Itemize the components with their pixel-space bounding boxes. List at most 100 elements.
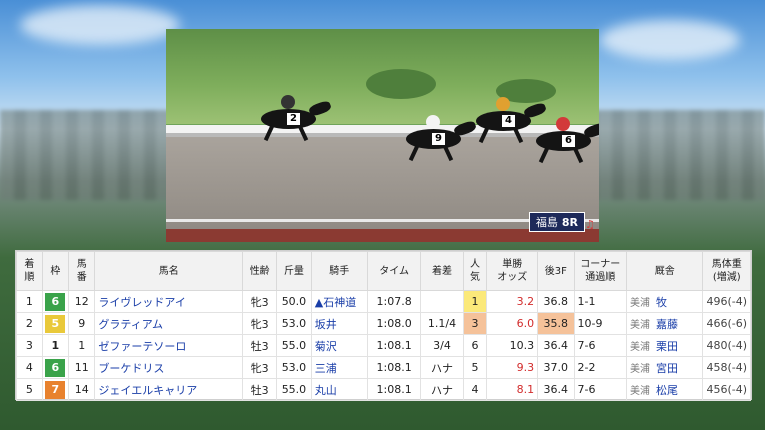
rank-cell: 3 (16, 334, 43, 357)
col-horse-name: 馬名 (94, 251, 244, 291)
win-odds-cell: 6.0 (486, 312, 539, 335)
jockey-cell[interactable]: 坂井 (310, 312, 368, 335)
last-3f-cell: 36.8 (537, 290, 575, 313)
saddle-cloth-number: 9 (432, 133, 445, 145)
col-last-3f: 後3F (537, 251, 575, 291)
rank-cell: 1 (16, 290, 43, 313)
margin-cell: ハナ (420, 356, 464, 379)
trainer-link[interactable]: 宮田 (656, 362, 678, 375)
jockey-cell[interactable]: 三浦 (310, 356, 368, 379)
corner-cell: 7-6 (573, 378, 627, 401)
horse-number-cell: 1 (68, 334, 96, 357)
horse-number-cell: 9 (68, 312, 96, 335)
stable-cell[interactable]: 美浦 栗田 (625, 334, 704, 357)
table-row: 2 5 9 グラティアム 牝3 53.0 坂井 1:08.0 1.1/4 3 6.0 35.8 10-9… (16, 312, 751, 335)
time-cell: 1:08.1 (366, 334, 422, 357)
horse-name-cell[interactable]: ブーケドリス (94, 356, 244, 379)
stable-cell[interactable]: 美浦牧 (625, 290, 704, 313)
race-video[interactable]: 2 9 4 6 福島 8R ♫ (166, 29, 599, 242)
frame-cell: 7 (41, 378, 70, 401)
horse-name-cell[interactable]: ライヴレッドアイ (94, 290, 244, 313)
race-info-label: 福島 8R (528, 212, 585, 232)
sex-age-cell: 牡3 (242, 378, 278, 401)
frame-badge: 6 (45, 292, 66, 311)
win-odds-cell: 3.2 (486, 290, 539, 313)
col-margin: 着差 (420, 251, 464, 291)
stable-cell[interactable]: 美浦 嘉藤 (625, 312, 704, 335)
weight-cell: 53.0 (276, 312, 312, 335)
race-number: 8R (561, 216, 578, 229)
jockey-link[interactable]: 菊沢 (315, 340, 337, 353)
background-cloud (600, 20, 740, 60)
frame-badge: 6 (45, 358, 66, 377)
trainer-link[interactable]: 牧 (656, 296, 667, 309)
horse-name-cell[interactable]: グラティアム (94, 312, 244, 335)
frame-cell: 1 (41, 334, 70, 357)
time-cell: 1:07.8 (366, 290, 422, 313)
saddle-cloth-number: 6 (562, 135, 575, 147)
jockey-link[interactable]: 丸山 (315, 384, 337, 397)
last-3f-cell: 35.8 (537, 312, 575, 335)
stable-region: 美浦 (629, 363, 650, 375)
horse-name-cell[interactable]: ゼファーテソーロ (94, 334, 244, 357)
body-weight-cell: 480(-4) (702, 334, 751, 357)
sex-age-cell: 牝3 (242, 312, 278, 335)
last-3f-cell: 36.4 (537, 334, 575, 357)
jockey-cell[interactable]: 丸山 (310, 378, 368, 401)
horse-name-link[interactable]: ジェイエルキャリア (98, 384, 197, 397)
horse-number-cell: 14 (68, 378, 96, 401)
col-weight: 斤量 (276, 251, 312, 291)
horse-name-link[interactable]: ゼファーテソーロ (98, 340, 186, 353)
time-cell: 1:08.0 (366, 312, 422, 335)
jockey-link[interactable]: 三浦 (315, 362, 337, 375)
table-header-row: 着順 枠 馬番 馬名 性齢 斤量 騎手 タイム 着差 人気 単勝 オッズ 後3F … (16, 251, 751, 291)
racehorse: 2 (251, 95, 333, 142)
horse-name-link[interactable]: ブーケドリス (98, 362, 164, 375)
margin-cell (420, 290, 464, 313)
corner-cell: 1-1 (573, 290, 627, 313)
weight-cell: 50.0 (276, 290, 312, 313)
horse-number-cell: 12 (68, 290, 96, 313)
col-body-weight: 馬体重 (増減) (702, 251, 751, 291)
frame-badge: 7 (45, 380, 66, 399)
stable-cell[interactable]: 美浦 宮田 (625, 356, 704, 379)
col-time: タイム (366, 251, 422, 291)
trainer-link[interactable]: 栗田 (656, 340, 678, 353)
jockey-cell[interactable]: 菊沢 (310, 334, 368, 357)
horse-name-link[interactable]: ライヴレッドアイ (98, 296, 185, 309)
time-cell: 1:08.1 (366, 356, 422, 379)
col-sex-age: 性齢 (242, 251, 278, 291)
horse-name-link[interactable]: グラティアム (98, 318, 163, 331)
weight-cell: 55.0 (276, 334, 312, 357)
table-row: 3 1 1 ゼファーテソーロ 牡3 55.0 菊沢 1:08.1 3/4 6 10.3 36.4 7-6… (16, 334, 751, 357)
rank-cell: 4 (16, 356, 43, 379)
stable-cell[interactable]: 美浦 松尾 (625, 378, 704, 401)
rank-cell: 5 (16, 378, 43, 401)
jockey-link[interactable]: 坂井 (315, 318, 337, 331)
body-weight-cell: 466(-6) (702, 312, 751, 335)
sex-age-cell: 牝3 (242, 290, 278, 313)
stable-region: 美浦 (629, 319, 650, 331)
trainer-link[interactable]: 松尾 (656, 384, 678, 397)
last-3f-cell: 36.4 (537, 378, 575, 401)
popularity-cell: 3 (462, 312, 488, 335)
jockey-cell[interactable]: ▲石神道 (310, 290, 368, 313)
weight-cell: 55.0 (276, 378, 312, 401)
rank-cell: 2 (16, 312, 43, 335)
horse-name-cell[interactable]: ジェイエルキャリア (94, 378, 244, 401)
trainer-link[interactable]: 嘉藤 (656, 318, 678, 331)
win-odds-cell: 8.1 (486, 378, 539, 401)
win-odds-cell: 10.3 (486, 334, 539, 357)
col-stable: 厩舎 (625, 251, 704, 291)
frame-cell: 5 (41, 312, 70, 335)
background-cloud (20, 5, 180, 45)
frame-cell: 6 (41, 356, 70, 379)
margin-cell: ハナ (420, 378, 464, 401)
jockey-link[interactable]: ▲石神道 (315, 296, 356, 309)
stable-region: 美浦 (629, 385, 650, 397)
sex-age-cell: 牡3 (242, 334, 278, 357)
popularity-cell: 4 (462, 378, 488, 401)
racehorse: 9 (396, 115, 478, 162)
table-row: 4 6 11 ブーケドリス 牝3 53.0 三浦 1:08.1 ハナ 5 9.3 37.0 2-2 美浦宮… (16, 356, 751, 379)
table-row: 5 7 14 ジェイエルキャリア 牡3 55.0 丸山 1:08.1 ハナ 4 8.1 36.4 7-6… (16, 378, 751, 401)
